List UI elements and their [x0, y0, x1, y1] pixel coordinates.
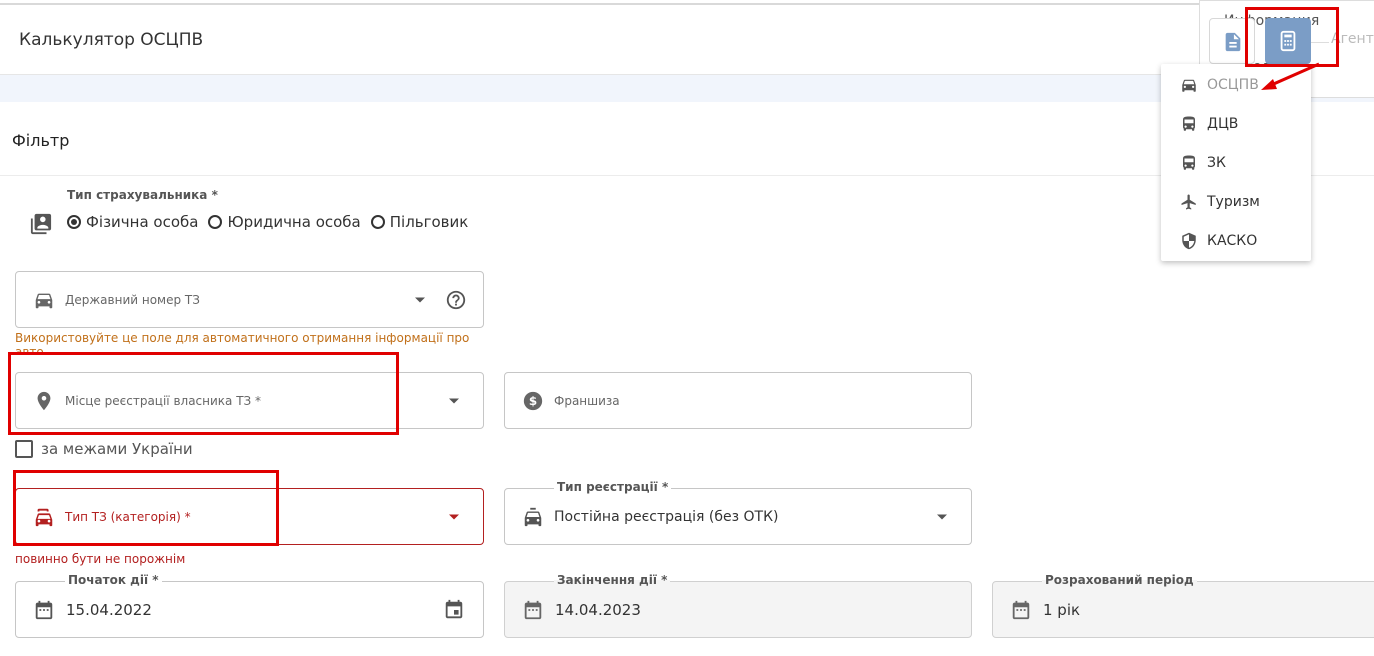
top-border — [0, 3, 1374, 5]
period-field: Розрахований період 1 рік — [992, 573, 1374, 638]
calendar-icon — [1010, 599, 1032, 621]
plate-dropdown-icon[interactable] — [415, 297, 425, 302]
annotation-box-calculator — [1245, 7, 1339, 67]
car-icon — [1180, 76, 1198, 94]
insurer-type-radio-group: Фізична особа Юридична особа Пільговик — [67, 213, 478, 231]
menu-item-kasko[interactable]: КАСКО — [1161, 222, 1311, 260]
period-value: 1 рік — [1043, 600, 1081, 619]
document-icon — [1222, 31, 1244, 53]
plate-hint: Використовуйте це поле для автоматичного… — [15, 331, 470, 353]
contacts-icon — [30, 213, 52, 235]
menu-item-tourism[interactable]: Туризм — [1161, 183, 1311, 221]
svg-text:$: $ — [529, 394, 537, 408]
insurer-type-label: Тип страхувальника * — [67, 188, 218, 202]
radio-beneficiary-indicator[interactable] — [370, 215, 385, 229]
dollar-icon: $ — [522, 390, 544, 412]
annotation-box-registration-place — [8, 352, 399, 435]
help-icon[interactable] — [445, 289, 467, 311]
car-icon — [33, 289, 55, 311]
bus-icon — [1180, 115, 1198, 133]
menu-item-tourism-label: Туризм — [1207, 194, 1260, 210]
taxi-icon — [522, 506, 544, 528]
menu-item-oscpv-label: ОСЦПВ — [1207, 77, 1259, 93]
annotation-box-vehicle-type — [13, 470, 279, 546]
radio-beneficiary[interactable]: Пільговик — [370, 213, 469, 231]
menu-item-zk-label: ЗК — [1207, 155, 1226, 171]
registration-type-dropdown-icon[interactable] — [937, 514, 947, 519]
shield-icon — [1180, 232, 1198, 250]
end-date-label: Закінчення дії * — [554, 573, 671, 587]
registration-place-dropdown-icon[interactable] — [449, 398, 459, 403]
franchise-placeholder: Франшиза — [554, 393, 620, 408]
radio-legal-entity-indicator[interactable] — [208, 215, 223, 229]
menu-item-kasko-label: КАСКО — [1207, 233, 1258, 249]
menu-item-dcv[interactable]: ДЦВ — [1161, 105, 1311, 143]
radio-legal-entity[interactable]: Юридична особа — [208, 213, 361, 231]
registration-type-value: Постійна реєстрація (без ОТК) — [554, 508, 779, 525]
radio-legal-entity-label: Юридична особа — [227, 213, 361, 231]
start-date-field[interactable]: Початок дії * 15.04.2022 — [15, 573, 484, 638]
filter-title: Фільтр — [12, 131, 70, 150]
calendar-icon — [33, 599, 55, 621]
radio-individual[interactable]: Фізична особа — [67, 213, 198, 231]
start-date-label: Початок дії * — [65, 573, 162, 587]
registration-type-label: Тип реєстрації * — [554, 480, 672, 494]
radio-individual-indicator[interactable] — [67, 215, 81, 229]
radio-individual-label: Фізична особа — [86, 213, 199, 231]
period-label: Розрахований період — [1042, 573, 1197, 587]
airplane-icon — [1180, 193, 1198, 211]
franchise-field[interactable]: $ Франшиза — [504, 372, 972, 429]
end-date-field: Закінчення дії * 14.04.2023 — [504, 573, 972, 638]
outside-ukraine-label: за межами України — [41, 440, 193, 458]
vehicle-type-dropdown-icon[interactable] — [449, 514, 459, 519]
end-date-value: 14.04.2023 — [555, 600, 641, 619]
page-title: Калькулятор ОСЦПВ — [19, 30, 204, 50]
calendar-icon — [522, 599, 544, 621]
outside-ukraine-checkbox[interactable] — [15, 440, 33, 458]
start-date-value: 15.04.2022 — [66, 600, 152, 619]
vehicle-type-error: повинно бути не порожнім — [15, 552, 186, 566]
plate-number-field[interactable]: Державний номер ТЗ — [15, 271, 484, 328]
radio-beneficiary-label: Пільговик — [389, 213, 469, 231]
menu-item-dcv-label: ДЦВ — [1207, 116, 1239, 132]
annotation-arrow — [1261, 62, 1320, 90]
registration-type-field[interactable]: Тип реєстрації * Постійна реєстрація (бе… — [504, 480, 972, 545]
calendar-picker-icon[interactable] — [443, 599, 465, 621]
bus-icon — [1180, 154, 1198, 172]
plate-number-placeholder: Державний номер ТЗ — [65, 292, 200, 307]
menu-item-zk[interactable]: ЗК — [1161, 144, 1311, 182]
